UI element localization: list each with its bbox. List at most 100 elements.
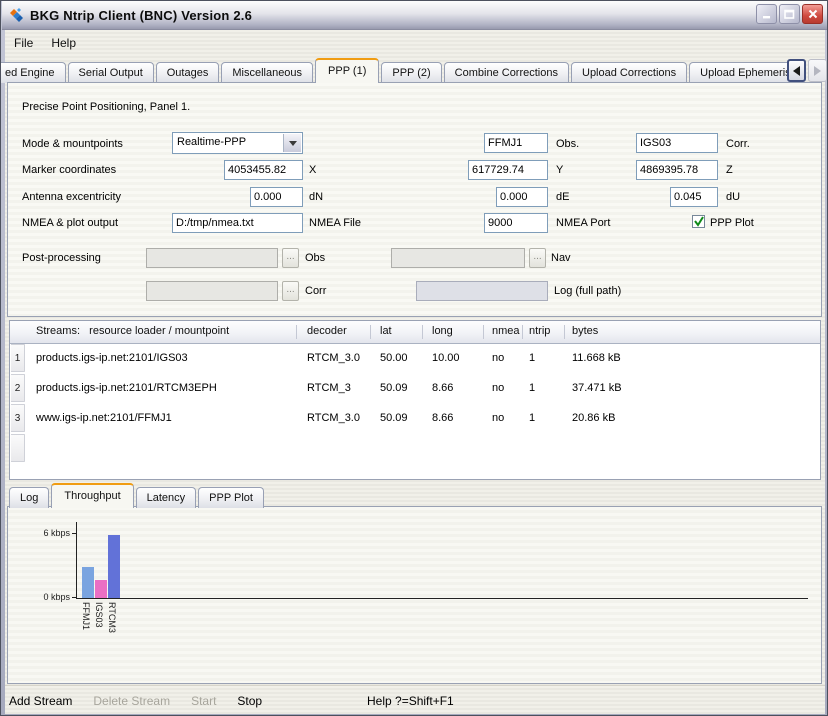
post-corr-file-input xyxy=(146,281,278,301)
antenna-de-input[interactable] xyxy=(496,187,548,207)
cell-lat: 50.00 xyxy=(380,352,408,364)
column-header-ntrip[interactable]: ntrip xyxy=(529,325,550,337)
table-header: Streams: resource loader / mountpoint dec… xyxy=(10,321,820,344)
marker-y-input[interactable] xyxy=(468,160,548,180)
menu-item-help[interactable]: Help xyxy=(42,33,85,53)
post-nav-label: Nav xyxy=(551,252,571,264)
chart-x-axis xyxy=(76,598,808,599)
cell-mountpoint: products.igs-ip.net:2101/IGS03 xyxy=(36,352,188,364)
bottom-command-bar: Add StreamDelete StreamStartStopHelp ?=S… xyxy=(5,685,825,715)
x-label: X xyxy=(309,164,316,176)
help-shortcut-button[interactable]: Help ?=Shift+F1 xyxy=(367,694,454,708)
cell-ntrip: 1 xyxy=(529,352,535,364)
chart-y-axis xyxy=(76,522,77,599)
column-header-decoder[interactable]: decoder xyxy=(307,325,347,337)
tab-upload-ephemeris[interactable]: Upload Ephemeris xyxy=(689,62,802,83)
bottom-tab-bar: LogThroughputLatencyPPP Plot xyxy=(9,483,266,508)
tab-ppp-2[interactable]: PPP (2) xyxy=(381,62,441,83)
nmea-file-label: NMEA File xyxy=(309,217,361,229)
window-title: BKG Ntrip Client (BNC) Version 2.6 xyxy=(30,8,252,23)
bottom-tab-ppp-plot[interactable]: PPP Plot xyxy=(198,487,264,508)
cell-long: 8.66 xyxy=(432,382,453,394)
tab-miscellaneous[interactable]: Miscellaneous xyxy=(221,62,313,83)
cell-nmea: no xyxy=(492,382,504,394)
combobox-dropdown-button[interactable] xyxy=(283,134,301,152)
corr-mountpoint-input[interactable] xyxy=(636,133,718,153)
bottom-tab-throughput[interactable]: Throughput xyxy=(51,483,133,508)
antenna-dn-input[interactable] xyxy=(250,187,303,207)
streams-table[interactable]: Streams: resource loader / mountpoint dec… xyxy=(9,320,821,480)
delete-stream-button: Delete Stream xyxy=(93,694,170,708)
mode-combobox[interactable]: Realtime-PPP xyxy=(172,132,303,154)
tab-outages[interactable]: Outages xyxy=(156,62,220,83)
cell-decoder: RTCM_3.0 xyxy=(307,412,360,424)
post-obs-browse-button[interactable]: ... xyxy=(282,248,299,268)
tab-ppp-1[interactable]: PPP (1) xyxy=(315,58,379,83)
cell-decoder: RTCM_3 xyxy=(307,382,351,394)
row-number: 3 xyxy=(11,404,25,432)
ppp-plot-label: PPP Plot xyxy=(710,217,754,229)
mode-combobox-value: Realtime-PPP xyxy=(177,136,246,148)
panel-heading: Precise Point Positioning, Panel 1. xyxy=(22,101,190,113)
cell-nmea: no xyxy=(492,412,504,424)
bottom-tab-log[interactable]: Log xyxy=(9,487,49,508)
throughput-panel: 6 kbps 0 kbps FFMJ1IGS03RTCM3 xyxy=(7,506,822,684)
nmea-port-input[interactable] xyxy=(484,213,548,233)
menu-item-file[interactable]: File xyxy=(5,33,42,53)
post-obs-label: Obs xyxy=(305,252,325,264)
post-corr-label: Corr xyxy=(305,285,326,297)
ppp-plot-checkbox[interactable] xyxy=(692,215,705,228)
du-label: dU xyxy=(726,191,740,203)
obs-mountpoint-input[interactable] xyxy=(484,133,548,153)
marker-x-input[interactable] xyxy=(224,160,303,180)
cell-long: 10.00 xyxy=(432,352,460,364)
z-label: Z xyxy=(726,164,733,176)
tab-serial-output[interactable]: Serial Output xyxy=(68,62,154,83)
column-header-mountpoint[interactable]: Streams: resource loader / mountpoint xyxy=(36,325,229,337)
obs-label: Obs. xyxy=(556,138,579,150)
add-stream-button[interactable]: Add Stream xyxy=(9,694,72,708)
post-obs-file-input xyxy=(146,248,278,268)
cell-ntrip: 1 xyxy=(529,382,535,394)
table-row[interactable]: 1products.igs-ip.net:2101/IGS03RTCM_3.05… xyxy=(10,343,820,373)
chart-ytick-bottom: 0 kbps xyxy=(28,592,70,602)
header-separator xyxy=(296,325,297,339)
bottom-section: LogThroughputLatencyPPP Plot 6 kbps 0 kb… xyxy=(7,483,822,684)
bar-label-ffmj1: FFMJ1 xyxy=(81,602,91,630)
post-log-input xyxy=(416,281,548,301)
cell-bytes: 11.668 kB xyxy=(572,352,621,364)
column-header-nmea[interactable]: nmea xyxy=(492,325,520,337)
close-button[interactable] xyxy=(802,4,823,24)
post-corr-browse-button[interactable]: ... xyxy=(282,281,299,301)
bar-igs03 xyxy=(95,580,107,598)
marker-z-input[interactable] xyxy=(636,160,718,180)
nmea-file-input[interactable] xyxy=(172,213,303,233)
post-nav-browse-button[interactable]: ... xyxy=(529,248,546,268)
tab-scroll-right-button xyxy=(808,59,827,82)
cell-mountpoint: products.igs-ip.net:2101/RTCM3EPH xyxy=(36,382,217,394)
table-row[interactable]: 2 products.igs-ip.net:2101/RTCM3EPH RTCM_3… xyxy=(10,373,820,403)
antenna-excentricity-label: Antenna excentricity xyxy=(22,191,121,203)
bottom-tab-latency[interactable]: Latency xyxy=(136,487,197,508)
bar-ffmj1 xyxy=(82,567,94,598)
table-row[interactable]: 3www.igs-ip.net:2101/FFMJ1RTCM_3.050.098… xyxy=(10,403,820,433)
column-header-bytes[interactable]: bytes xyxy=(572,325,598,337)
header-separator xyxy=(370,325,371,339)
header-separator xyxy=(522,325,523,339)
tab-combine-corrections[interactable]: Combine Corrections xyxy=(444,62,569,83)
header-separator xyxy=(483,325,484,339)
maximize-button[interactable] xyxy=(779,4,800,24)
tab-scroll-left-button[interactable] xyxy=(787,59,806,82)
post-processing-label: Post-processing xyxy=(22,252,101,264)
nmea-port-label: NMEA Port xyxy=(556,217,610,229)
row-number: 2 xyxy=(11,374,25,402)
minimize-button[interactable] xyxy=(756,4,777,24)
antenna-du-input[interactable] xyxy=(670,187,718,207)
column-header-long[interactable]: long xyxy=(432,325,453,337)
title-bar: BKG Ntrip Client (BNC) Version 2.6 xyxy=(2,1,828,30)
tab-ed-engine[interactable]: ed Engine xyxy=(1,62,66,83)
menu-bar: FileHelp xyxy=(5,31,825,55)
column-header-lat[interactable]: lat xyxy=(380,325,392,337)
stop-button[interactable]: Stop xyxy=(237,694,262,708)
tab-upload-corrections[interactable]: Upload Corrections xyxy=(571,62,687,83)
